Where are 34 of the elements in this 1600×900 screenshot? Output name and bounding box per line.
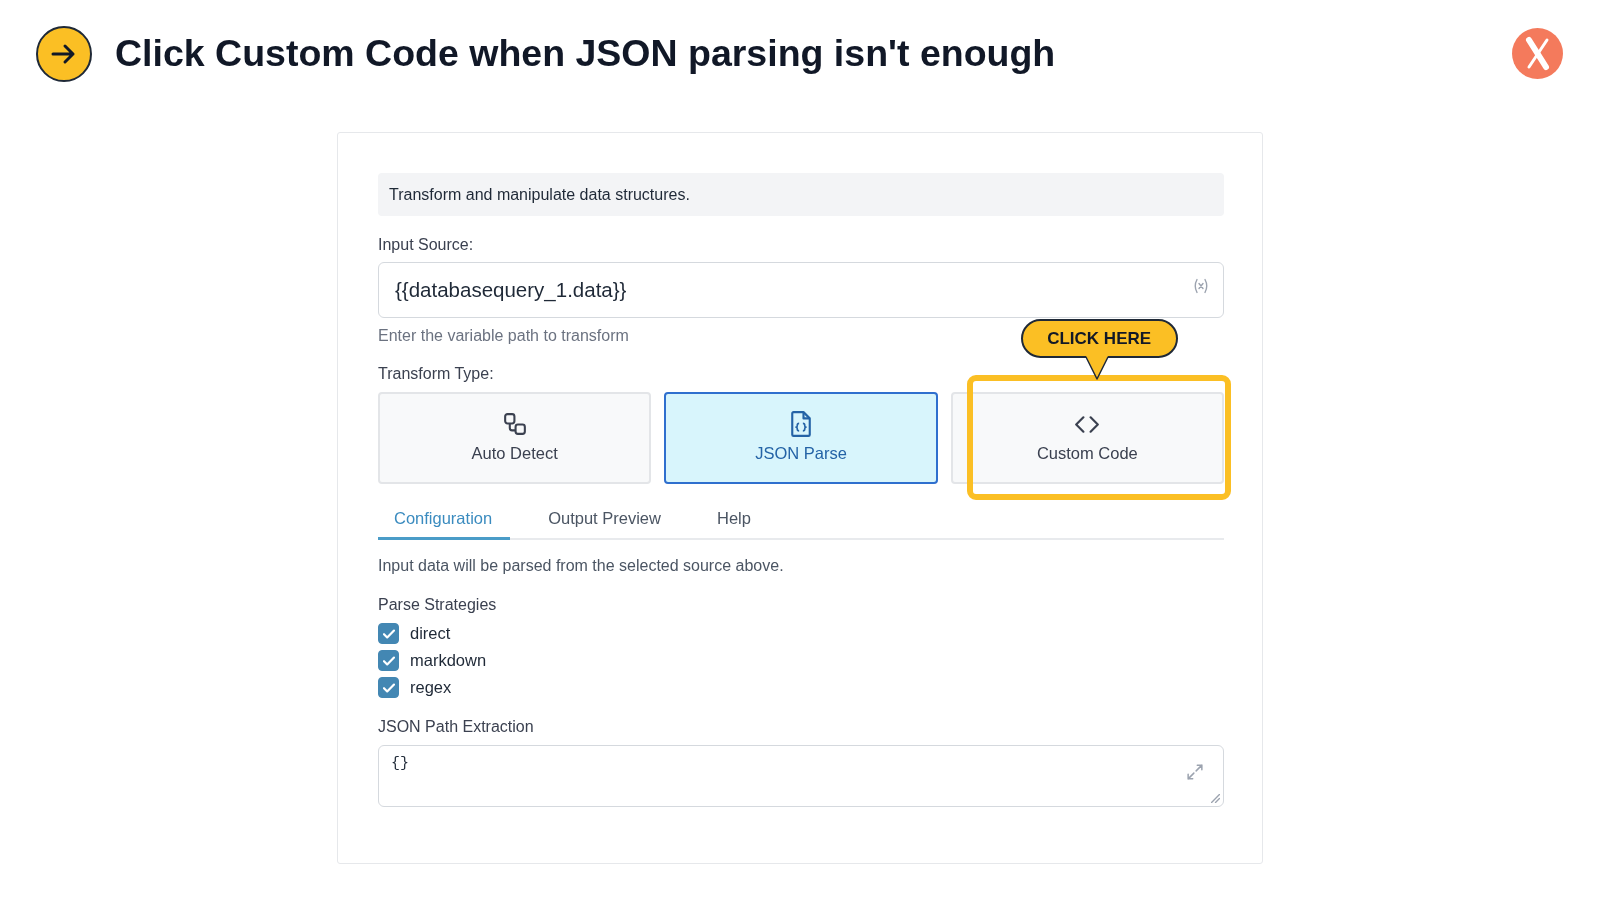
checkbox[interactable] [378,623,399,644]
input-source-field[interactable]: {{databasequery_1.data}} [378,262,1224,318]
expand-icon[interactable] [1187,764,1203,780]
braces-file-icon [791,411,811,437]
checkbox-label: regex [410,678,452,697]
code-icon [1075,415,1100,433]
callout-pointer-icon [1084,356,1109,380]
helper-text: Enter the variable path to transform [378,326,629,346]
section-label: Parse Strategies [378,595,497,615]
info-banner: Transform and manipulate data structures. [378,173,1224,216]
arrow-right-icon [36,25,92,82]
info-text: Input data will be parsed from the selected source above. [378,556,784,576]
tab[interactable]: Help [700,500,769,540]
transform-option[interactable]: Custom Code [950,392,1224,484]
checkbox[interactable] [378,677,399,698]
linked-squares-icon [503,413,526,435]
tab[interactable]: Configuration [378,500,511,540]
checkbox[interactable] [378,650,399,671]
field-label: JSON Path Extraction [378,717,534,737]
checkbox-label: direct [410,624,451,643]
transform-option[interactable]: Auto Detect [378,392,652,484]
field-label: Transform Type: [378,364,494,384]
check-icon [382,655,395,666]
check-icon [382,628,395,639]
logo-icon [1512,28,1563,79]
resize-grip-icon[interactable] [1211,794,1220,803]
checkbox-label: markdown [410,651,487,670]
slide-title: Click Custom Code when JSON parsing isn't enough [115,31,1056,76]
transform-option[interactable]: JSON Parse [664,392,938,484]
parenthesized-x-icon[interactable] [1192,277,1210,295]
field-label: Input Source: [378,235,474,255]
json-path-field[interactable]: {} [378,745,1224,807]
tab[interactable]: Output Preview [532,500,679,540]
check-icon [382,682,395,693]
